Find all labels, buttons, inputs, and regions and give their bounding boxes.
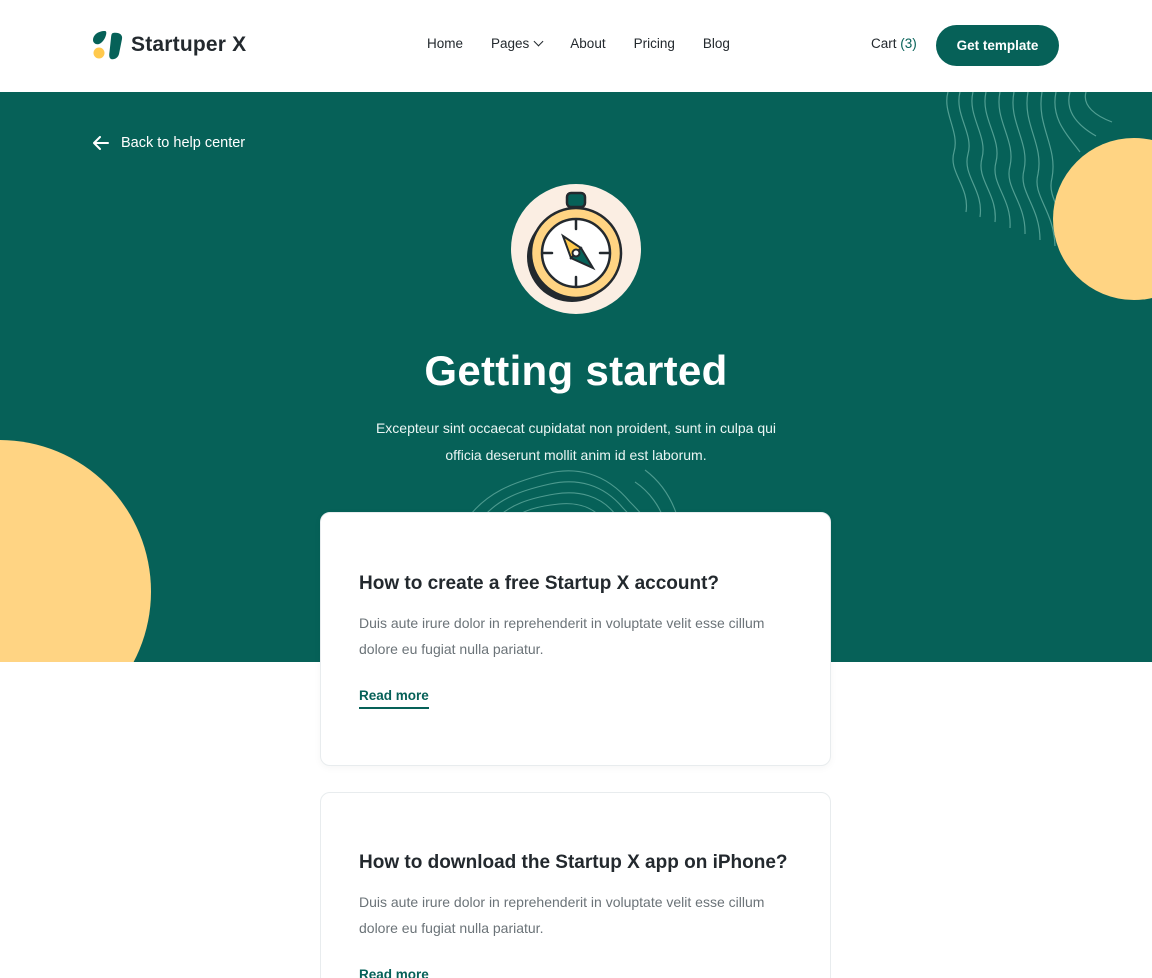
read-more-link[interactable]: Read more bbox=[359, 688, 429, 709]
page-subtitle: Excepteur sint occaecat cupidatat non pr… bbox=[375, 420, 777, 463]
chevron-down-icon bbox=[533, 36, 544, 47]
back-to-help-center-link[interactable]: Back to help center bbox=[93, 135, 245, 151]
compass-icon-badge bbox=[511, 184, 641, 314]
logo[interactable]: Startuper X bbox=[93, 30, 246, 60]
nav-pricing-label: Pricing bbox=[633, 36, 675, 51]
cart-link[interactable]: Cart (3) bbox=[871, 36, 917, 51]
arrow-left-icon bbox=[93, 136, 109, 150]
nav-blog[interactable]: Blog bbox=[703, 36, 730, 51]
article-title: How to download the Startup X app on iPh… bbox=[359, 852, 788, 873]
nav-blog-label: Blog bbox=[702, 36, 730, 51]
article-excerpt: Duis aute irure dolor in reprehenderit i… bbox=[359, 615, 765, 657]
compass-icon bbox=[527, 191, 623, 302]
yellow-circle-decoration-left bbox=[0, 440, 151, 662]
cart-count: (3) bbox=[900, 36, 917, 51]
article-card: How to create a free Startup X account? … bbox=[320, 512, 831, 766]
site-header: Startuper X Home Pages About Pricing Blo… bbox=[0, 0, 1152, 92]
nav-about-label: About bbox=[570, 36, 606, 51]
nav-about[interactable]: About bbox=[570, 36, 605, 51]
article-card: How to download the Startup X app on iPh… bbox=[320, 792, 831, 978]
logo-text: Startuper X bbox=[131, 33, 247, 56]
read-more-link[interactable]: Read more bbox=[359, 967, 429, 978]
cart-label: Cart bbox=[871, 36, 897, 51]
logo-mark-icon bbox=[93, 31, 123, 60]
page-title: Getting started bbox=[424, 347, 728, 394]
nav-pages-label: Pages bbox=[491, 36, 530, 51]
nav-home[interactable]: Home bbox=[427, 36, 463, 51]
article-excerpt: Duis aute irure dolor in reprehenderit i… bbox=[359, 894, 765, 936]
get-template-button[interactable]: Get template bbox=[936, 25, 1059, 66]
nav-home-label: Home bbox=[427, 36, 464, 51]
nav-pages[interactable]: Pages bbox=[491, 36, 544, 51]
nav-pricing[interactable]: Pricing bbox=[634, 36, 675, 51]
back-link-label: Back to help center bbox=[121, 135, 246, 151]
article-title: How to create a free Startup X account? bbox=[359, 573, 720, 594]
main-nav: Home Pages About Pricing Blog bbox=[427, 36, 730, 51]
